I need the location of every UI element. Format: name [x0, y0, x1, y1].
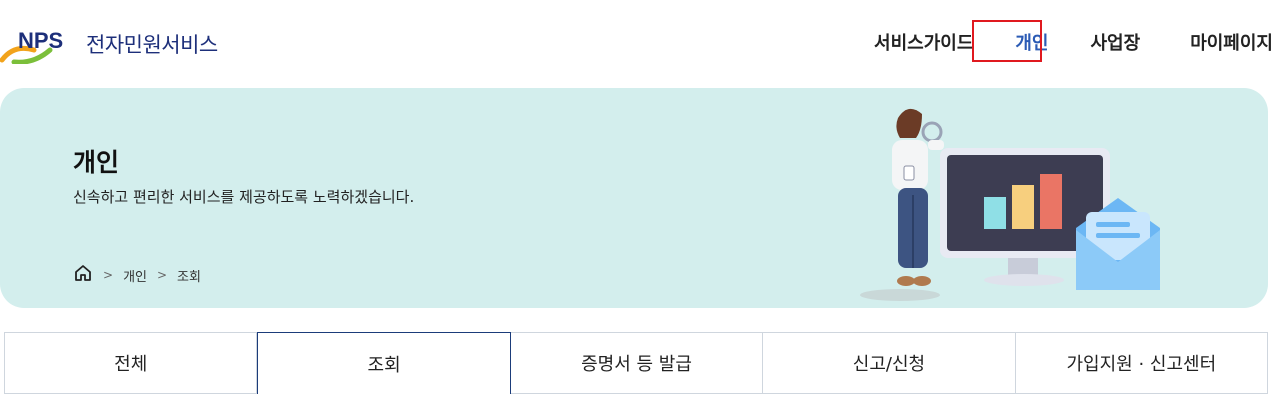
chevron-right-icon: >	[103, 268, 114, 282]
nps-logo-icon: NPS	[0, 24, 84, 65]
breadcrumb-item-inquiry[interactable]: 조회	[177, 266, 201, 285]
hero-banner: 개인 신속하고 편리한 서비스를 제공하도록 노력하겠습니다. > 개인 > 조…	[0, 88, 1268, 308]
page-description: 신속하고 편리한 서비스를 제공하도록 노력하겠습니다.	[73, 188, 415, 206]
nav-mypage[interactable]: 마이페이지	[1180, 26, 1275, 62]
chevron-right-icon: >	[156, 268, 168, 282]
page-title: 개인	[73, 148, 120, 177]
breadcrumb: > 개인 > 조회	[73, 263, 201, 287]
home-icon[interactable]	[73, 263, 93, 287]
nav-business[interactable]: 사업장	[1081, 26, 1151, 62]
nav-personal[interactable]: 개인	[1005, 26, 1058, 62]
tab-certificate[interactable]: 증명서 등 발급	[510, 332, 764, 394]
main-nav: 서비스가이드 개인 사업장 마이페이지	[864, 26, 1275, 62]
service-name: 전자민원서비스	[86, 33, 218, 57]
nav-service-guide[interactable]: 서비스가이드	[864, 26, 983, 62]
tab-enrollment-support[interactable]: 가입지원 · 신고센터	[1015, 332, 1269, 394]
site-logo[interactable]: NPS 전자민원서비스	[0, 24, 218, 65]
breadcrumb-item-personal[interactable]: 개인	[123, 266, 147, 285]
hero-illustration	[860, 100, 1180, 305]
category-tabs: 전체 조회 증명서 등 발급 신고/신청 가입지원 · 신고센터	[4, 332, 1269, 394]
tab-report-apply[interactable]: 신고/신청	[763, 332, 1016, 394]
site-header: NPS 전자민원서비스 서비스가이드 개인 사업장 마이페이지	[0, 0, 1275, 82]
svg-text:NPS: NPS	[18, 28, 63, 53]
tab-all[interactable]: 전체	[4, 332, 258, 394]
tab-inquiry[interactable]: 조회	[257, 332, 511, 394]
